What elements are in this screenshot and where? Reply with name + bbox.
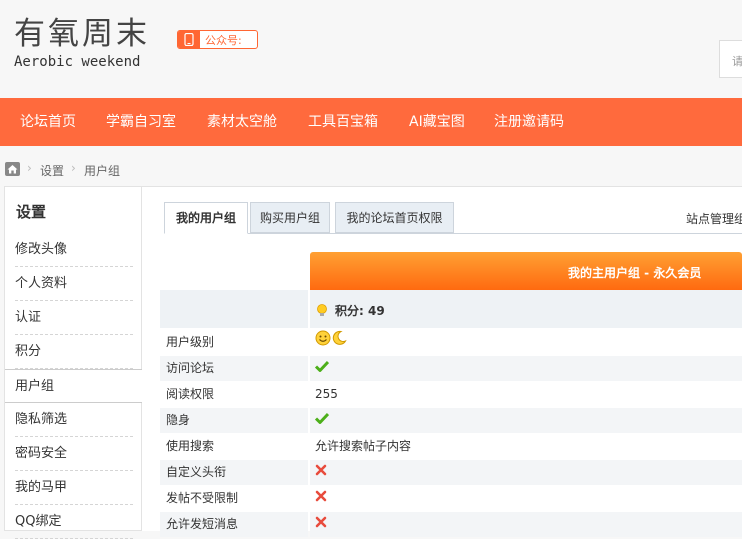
row-label: 自定义头衔 <box>160 460 308 485</box>
tabs-divider <box>164 233 742 234</box>
row-label: 访问论坛 <box>160 356 308 381</box>
settings-sidebar: 设置 修改头像 个人资料 认证 积分 用户组 隐私筛选 密码安全 我的马甲 QQ… <box>4 186 142 539</box>
chevron-right-icon: › <box>27 161 32 175</box>
row-label: 发帖不受限制 <box>166 491 239 505</box>
smiley-icon <box>315 330 331 355</box>
breadcrumb-usergroup[interactable]: 用户组 <box>84 162 120 179</box>
sidebar-item-qq[interactable]: QQ绑定 <box>15 505 133 539</box>
cross-icon <box>315 460 327 485</box>
cross-icon <box>315 486 327 511</box>
main-usergroup-header: 我的主用户组 - 永久会员 <box>310 252 742 290</box>
wechat-badge[interactable]: 公众号: <box>177 30 258 49</box>
sidebar-title: 设置 <box>16 203 47 221</box>
nav-item-invite-code[interactable]: 注册邀请码 <box>494 98 564 146</box>
table-row: 自定义头衔 <box>160 460 742 486</box>
tab-home-permissions[interactable]: 我的论坛首页权限 <box>335 202 454 233</box>
table-row: 使用搜索 允许搜索帖子内容 <box>160 434 742 460</box>
table-row: 发帖不受限制 <box>160 486 742 512</box>
site-subtitle: Aerobic weekend <box>14 54 141 70</box>
row-label: 隐身 <box>160 408 308 433</box>
nav-item-tools[interactable]: 工具百宝箱 <box>308 98 378 146</box>
row-label: 使用搜索 <box>166 439 215 453</box>
table-row: 访问论坛 <box>160 356 742 382</box>
moon-icon <box>331 330 347 355</box>
site-header: 有氧周末 Aerobic weekend 公众号: 请 <box>0 0 742 98</box>
sidebar-item-verify[interactable]: 认证 <box>15 301 133 335</box>
sidebar-item-credits[interactable]: 积分 <box>15 335 133 369</box>
breadcrumb-settings[interactable]: 设置 <box>40 162 64 179</box>
table-row: 阅读权限 255 <box>160 382 742 408</box>
chevron-right-icon: › <box>71 161 76 175</box>
sidebar-item-password[interactable]: 密码安全 <box>15 437 133 471</box>
nav-item-study-room[interactable]: 学霸自习室 <box>106 98 176 146</box>
tab-my-usergroup[interactable]: 我的用户组 <box>164 202 248 234</box>
check-icon <box>314 408 330 433</box>
sidebar-item-sockpuppet[interactable]: 我的马甲 <box>15 471 133 505</box>
sidebar-item-usergroup[interactable]: 用户组 <box>5 369 142 403</box>
check-icon <box>314 356 330 381</box>
tab-buy-usergroup[interactable]: 购买用户组 <box>250 202 330 233</box>
site-admin-link[interactable]: 站点管理组 <box>686 210 742 227</box>
row-label: 用户级别 <box>166 335 215 349</box>
wechat-label: 公众号: <box>205 34 242 47</box>
points-value: 积分: 49 <box>335 304 385 318</box>
main-content: 我的用户组 购买用户组 我的论坛首页权限 站点管理组 我的主用户组 - 永久会员… <box>142 186 742 537</box>
lightbulb-icon <box>316 303 328 322</box>
phone-icon <box>178 31 200 48</box>
table-row: 允许发短消息 <box>160 512 742 538</box>
search-input[interactable]: 请 <box>719 40 742 78</box>
points-row: 积分: 49 <box>160 290 742 328</box>
row-label: 允许发短消息 <box>160 512 308 537</box>
main-nav: 论坛首页 学霸自习室 素材太空舱 工具百宝箱 AI藏宝图 注册邀请码 <box>0 98 742 146</box>
table-row: 用户级别 <box>160 330 742 356</box>
nav-item-materials[interactable]: 素材太空舱 <box>207 98 277 146</box>
sidebar-item-profile[interactable]: 个人资料 <box>15 267 133 301</box>
main-usergroup-title: 我的主用户组 - 永久会员 <box>568 266 702 280</box>
row-value: 允许搜索帖子内容 <box>315 439 412 453</box>
nav-item-home[interactable]: 论坛首页 <box>20 98 76 146</box>
nav-item-ai-map[interactable]: AI藏宝图 <box>409 98 465 146</box>
cross-icon <box>315 512 327 537</box>
site-title[interactable]: 有氧周末 <box>14 8 150 53</box>
row-label: 阅读权限 <box>166 387 215 401</box>
sidebar-item-privacy[interactable]: 隐私筛选 <box>15 403 133 437</box>
home-icon[interactable] <box>5 162 20 179</box>
row-value: 255 <box>315 387 338 401</box>
table-row: 隐身 <box>160 408 742 434</box>
sidebar-item-avatar[interactable]: 修改头像 <box>15 233 133 267</box>
